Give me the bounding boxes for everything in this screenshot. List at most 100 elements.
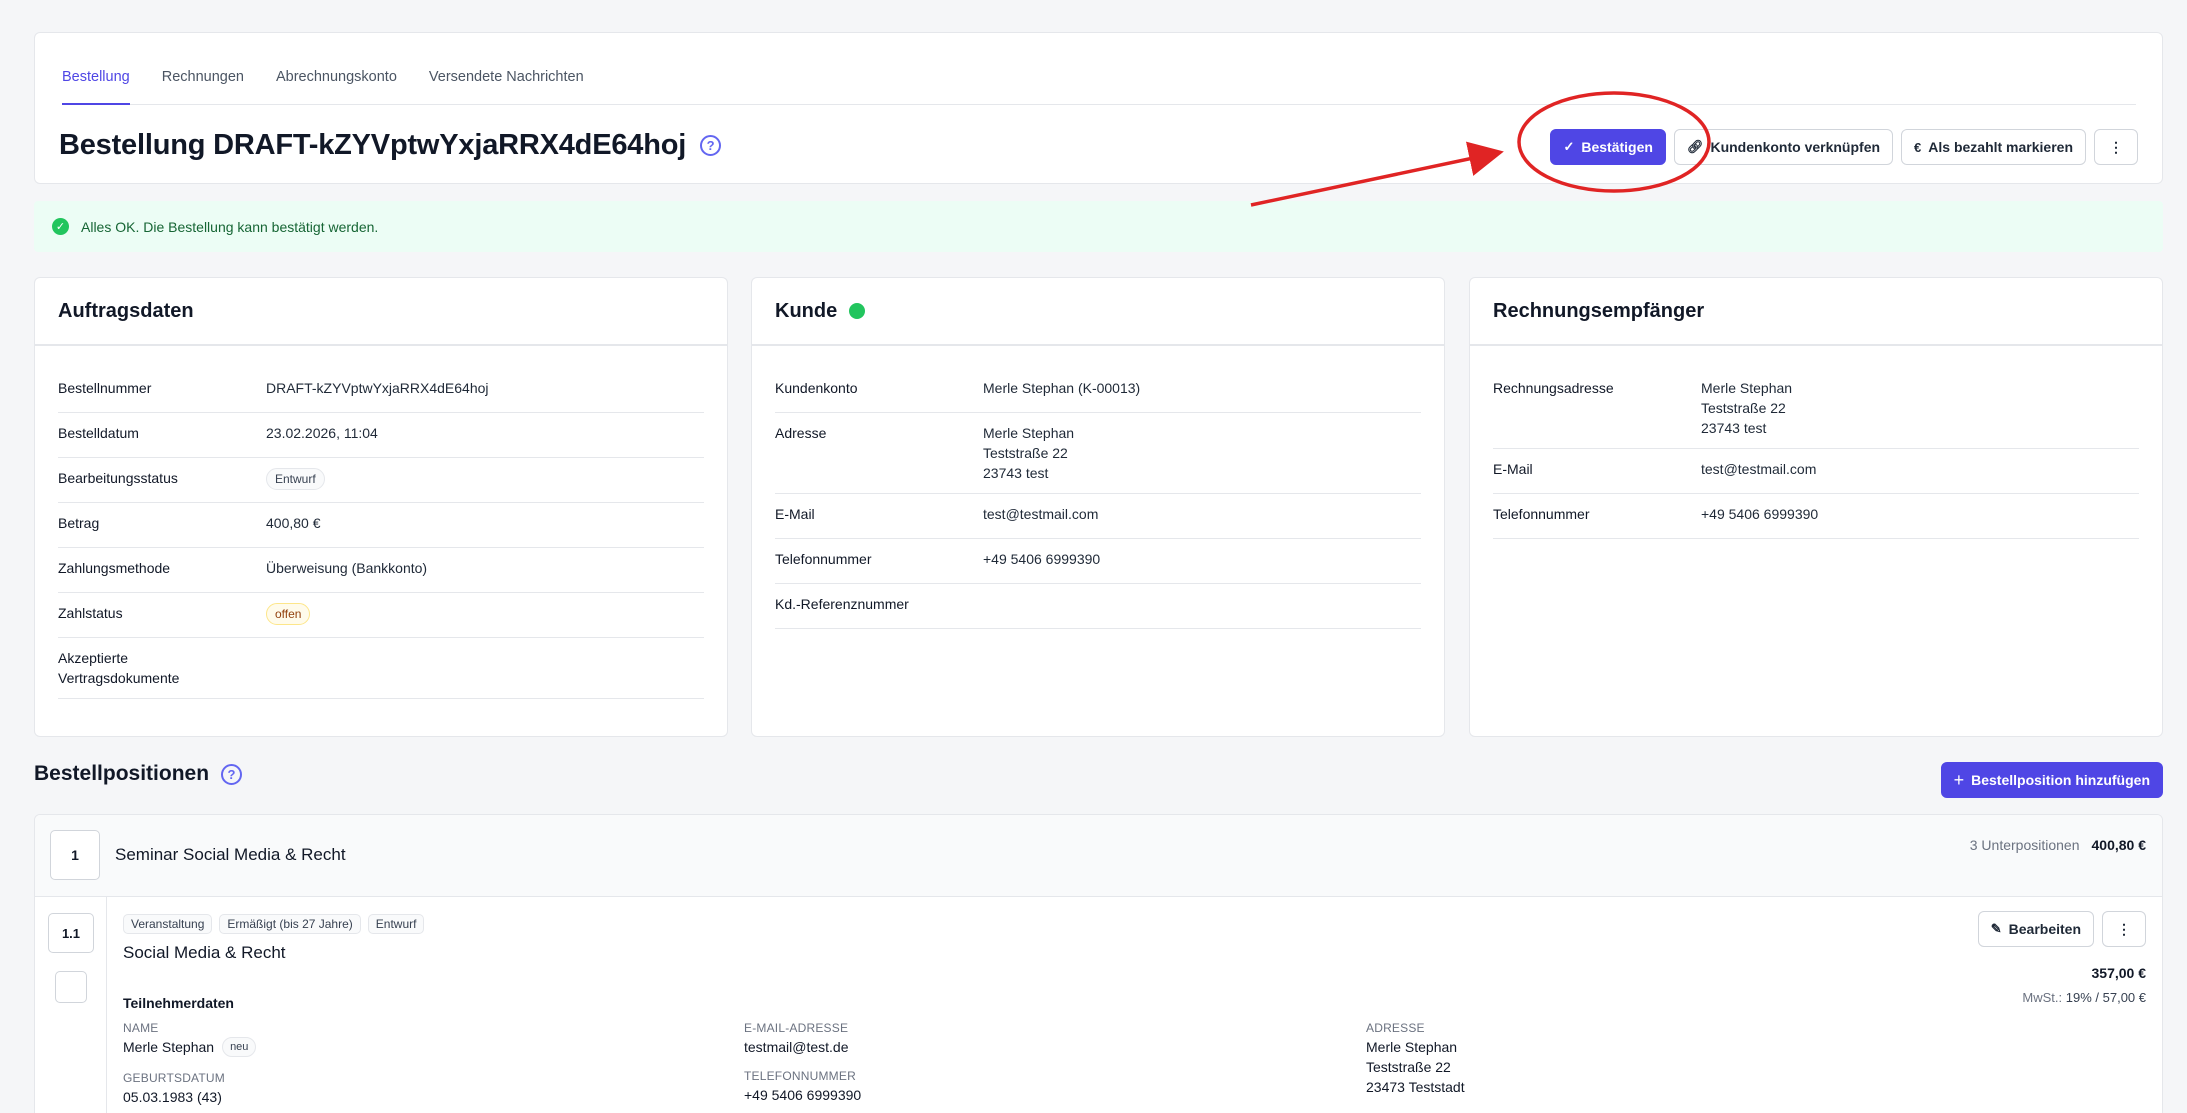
name-value: Merle Stephan	[123, 1039, 215, 1055]
name-field: Merle Stephan neu	[123, 1037, 257, 1057]
address-label: ADRESSE	[1366, 1021, 1425, 1035]
mark-paid-label: Als bezahlt markieren	[1928, 139, 2073, 155]
link-icon: 🔗︎	[1686, 139, 1704, 154]
amount-value: 400,80 €	[266, 515, 321, 531]
more-vertical-icon: ⋮	[2117, 920, 2131, 937]
more-vertical-icon: ⋮	[2109, 138, 2123, 155]
title-row: Bestellung DRAFT-kZYVptwYxjaRRX4dE64hoj …	[59, 129, 722, 162]
address-line: Merle Stephan	[1701, 380, 1793, 396]
phone-value: +49 5406 6999390	[983, 551, 1101, 567]
help-icon[interactable]: ?	[700, 135, 722, 156]
tab-versendete-nachrichten[interactable]: Versendete Nachrichten	[429, 33, 584, 105]
detail-label: Rechnungsadresse	[1493, 380, 1614, 396]
payment-method-value: Überweisung (Bankkonto)	[266, 560, 428, 576]
card-header: Auftragsdaten	[35, 278, 727, 346]
sub-position-actions: ✎ Bearbeiten ⋮	[1977, 911, 2146, 947]
section-title: Bestellpositionen	[34, 762, 210, 785]
sub-position-number[interactable]: 1.1	[48, 913, 94, 953]
tax-label: MwSt.:	[2022, 990, 2063, 1005]
detail-row: Telefonnummer +49 5406 6999390	[775, 539, 1421, 584]
detail-row: Bestelldatum 23.02.2026, 11:04	[58, 413, 704, 458]
address-line: Teststraße 22	[1701, 400, 1786, 416]
link-account-button[interactable]: 🔗︎ Kundenkonto verknüpfen	[1673, 129, 1894, 165]
address-line: Teststraße 22	[983, 445, 1068, 461]
detail-label: Bearbeitungsstatus	[58, 470, 178, 486]
payment-status-badge: offen	[266, 603, 311, 625]
sub-position-tax: MwSt.: 19% / 57,00 €	[2022, 990, 2146, 1005]
detail-label-line: Vertragsdokumente	[58, 670, 180, 686]
address-line: Merle Stephan	[1366, 1039, 1458, 1055]
mark-paid-button[interactable]: € Als bezahlt markieren	[1901, 129, 2086, 165]
confirm-button[interactable]: ✓ Bestätigen	[1550, 129, 1666, 165]
detail-row: Bestellnummer DRAFT-kZYVptwYxjaRRX4dE64h…	[58, 368, 704, 413]
detail-row: Betrag 400,80 €	[58, 503, 704, 548]
order-date-value: 23.02.2026, 11:04	[266, 425, 378, 441]
tab-rechnungen[interactable]: Rechnungen	[162, 33, 244, 105]
address-line: Merle Stephan	[983, 425, 1075, 441]
tab-bar: Bestellung Rechnungen Abrechnungskonto V…	[62, 33, 2136, 105]
alert-text: Alles OK. Die Bestellung kann bestätigt …	[81, 218, 379, 235]
phone-label: TELEFONNUMMER	[744, 1069, 856, 1083]
page-title: Bestellung DRAFT-kZYVptwYxjaRRX4dE64hoj	[59, 129, 687, 161]
pencil-icon: ✎	[1990, 921, 2002, 936]
position-total: 400,80 €	[2091, 837, 2147, 853]
tag: Entwurf	[367, 914, 425, 934]
sub-position-price: 357,00 €	[2091, 965, 2147, 981]
order-details-card: Auftragsdaten Bestellnummer DRAFT-kZYVpt…	[34, 277, 728, 737]
customer-card: Kunde Kundenkonto Merle Stephan (K-00013…	[751, 277, 1445, 737]
more-actions-button[interactable]: ⋮	[2094, 129, 2138, 165]
euro-icon: €	[1914, 139, 1922, 155]
link-account-label: Kundenkonto verknüpfen	[1710, 139, 1881, 155]
position-header: 1 Seminar Social Media & Recht 3 Unterpo…	[35, 815, 2162, 897]
edit-button[interactable]: ✎ Bearbeiten	[1977, 911, 2094, 947]
detail-label: Akzeptierte Vertragsdokumente	[58, 648, 266, 688]
sub-more-button[interactable]: ⋮	[2102, 911, 2146, 947]
detail-row: E-Mail test@testmail.com	[775, 494, 1421, 539]
detail-row: Telefonnummer +49 5406 6999390	[1493, 494, 2139, 539]
position-number[interactable]: 1	[50, 830, 100, 880]
customer-details-list: Kundenkonto Merle Stephan (K-00013) Adre…	[752, 346, 1444, 629]
detail-label: Zahlstatus	[58, 605, 123, 621]
detail-row: Rechnungsadresse Merle Stephan Teststraß…	[1493, 368, 2139, 449]
sub-position-checkbox[interactable]	[55, 971, 87, 1003]
plus-icon: +	[1953, 769, 1965, 790]
sub-position-title: Social Media & Recht	[123, 943, 286, 962]
card-title: Rechnungsempfänger	[1493, 299, 1705, 322]
detail-label: E-Mail	[1493, 461, 1533, 477]
detail-label: E-Mail	[775, 506, 815, 522]
email-value: testmail@test.de	[744, 1039, 849, 1055]
address-line: Teststraße 22	[1366, 1059, 1451, 1075]
position-name: Seminar Social Media & Recht	[115, 845, 346, 864]
detail-row: Zahlstatus offen	[58, 593, 704, 638]
address-line: 23473 Teststadt	[1366, 1079, 1465, 1095]
tag: Ermäßigt (bis 27 Jahre)	[219, 914, 361, 934]
tab-abrechnungskonto[interactable]: Abrechnungskonto	[276, 33, 397, 105]
card-title: Kunde	[775, 299, 838, 322]
phone-value: +49 5406 6999390	[1701, 506, 1819, 522]
add-position-button[interactable]: + Bestellposition hinzufügen	[1940, 762, 2163, 798]
position-meta: 3 Unterpositionen 400,80 €	[1970, 837, 2146, 853]
billing-address-value: Merle Stephan Teststraße 22 23743 test	[1701, 378, 2139, 438]
tab-bestellung[interactable]: Bestellung	[62, 33, 130, 105]
success-alert: ✓ Alles OK. Die Bestellung kann bestätig…	[34, 201, 2163, 252]
detail-label: Telefonnummer	[1493, 506, 1590, 522]
detail-label: Zahlungsmethode	[58, 560, 171, 576]
detail-row: Kundenkonto Merle Stephan (K-00013)	[775, 368, 1421, 413]
detail-label: Betrag	[58, 515, 100, 531]
help-icon[interactable]: ?	[221, 763, 243, 785]
participants-title: Teilnehmerdaten	[123, 995, 234, 1011]
birthdate-value: 05.03.1983 (43)	[123, 1089, 222, 1105]
detail-row: Akzeptierte Vertragsdokumente	[58, 638, 704, 699]
customer-account-value[interactable]: Merle Stephan (K-00013)	[983, 378, 1421, 398]
positions-header: Bestellpositionen ?	[34, 762, 243, 786]
order-number-value: DRAFT-kZYVptwYxjaRRX4dE64hoj	[266, 380, 489, 396]
status-badge: Entwurf	[266, 468, 325, 490]
email-value: test@testmail.com	[1701, 461, 1817, 477]
status-dot	[849, 303, 866, 319]
edit-label: Bearbeiten	[2008, 921, 2081, 937]
tax-value: 19% / 57,00 €	[2065, 990, 2146, 1005]
detail-label: Kd.-Referenznummer	[775, 596, 909, 612]
address-line: 23743 test	[1701, 420, 1767, 436]
address-line: 23743 test	[983, 465, 1049, 481]
detail-label: Kundenkonto	[775, 380, 858, 396]
